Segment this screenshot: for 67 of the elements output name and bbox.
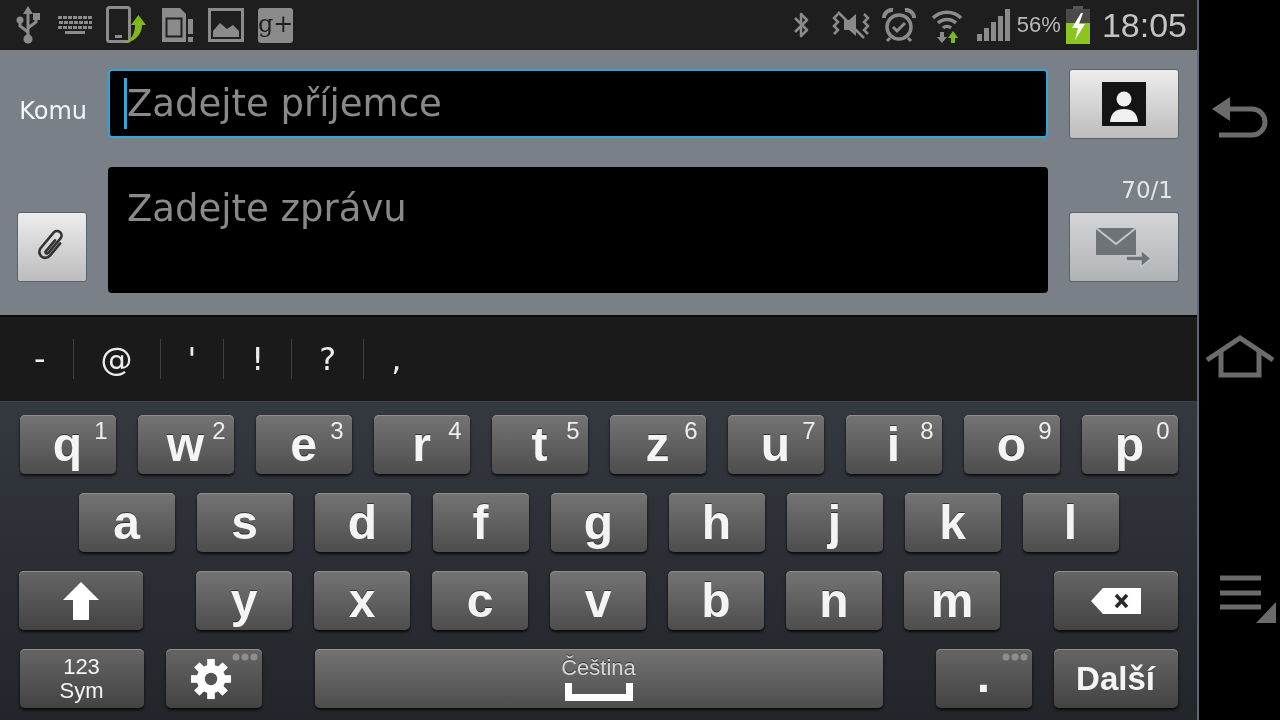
keyboard-key[interactable]: k <box>904 493 1001 552</box>
text-cursor-icon <box>124 78 127 129</box>
space-bar-icon <box>564 683 633 701</box>
keyboard-key[interactable]: o 9 <box>963 415 1060 474</box>
keyboard-key[interactable]: u 7 <box>727 415 824 474</box>
recipient-label: Komu <box>19 96 87 125</box>
contact-button[interactable] <box>1069 69 1179 139</box>
home-icon <box>1204 334 1275 378</box>
keyboard-key[interactable]: m <box>904 571 1000 630</box>
attach-button[interactable] <box>17 212 87 282</box>
keyboard-key[interactable]: a <box>78 493 175 552</box>
recipient-field[interactable]: Zadejte příjemce <box>108 69 1048 138</box>
keyboard-key[interactable]: p 0 <box>1081 415 1178 474</box>
keyboard-key[interactable]: b <box>668 571 764 630</box>
backspace-icon <box>1091 587 1141 614</box>
keyboard-key[interactable]: i 8 <box>845 415 942 474</box>
symbols-key[interactable]: 123 Sym <box>19 649 144 708</box>
keyboard-key[interactable]: s <box>196 493 293 552</box>
keyboard-key[interactable]: x <box>314 571 410 630</box>
message-field[interactable]: Zadejte zprávu <box>108 167 1048 293</box>
person-icon <box>1102 82 1146 126</box>
symbol-button[interactable]: ? <box>292 331 364 387</box>
keyboard-key[interactable]: q 1 <box>19 415 116 474</box>
keyboard-key[interactable]: l <box>1022 493 1119 552</box>
notification-tile: g+ <box>258 7 293 43</box>
space-key[interactable]: Čeština <box>314 649 883 708</box>
shift-key[interactable] <box>19 571 143 630</box>
keyboard-key[interactable]: r 4 <box>373 415 470 474</box>
vibrate-mute-icon <box>831 9 870 41</box>
alarm-clock-icon <box>881 8 916 42</box>
battery-percent: 56% <box>1016 12 1061 38</box>
back-icon <box>1211 97 1268 140</box>
keyboard-key[interactable]: g <box>550 493 647 552</box>
usb-icon <box>15 6 41 44</box>
symbol-button[interactable]: ! <box>224 331 292 387</box>
back-button[interactable] <box>1211 97 1268 140</box>
keyboard-key[interactable]: v <box>550 571 646 630</box>
keyboard-key[interactable]: h <box>668 493 765 552</box>
keyboard-key[interactable]: n <box>786 571 882 630</box>
sd-card-alert-icon <box>160 6 194 44</box>
keyboard-key[interactable]: f <box>432 493 529 552</box>
symbol-button[interactable]: @ <box>73 331 160 387</box>
symbol-button[interactable]: - <box>7 331 73 387</box>
symbol-button[interactable]: ' <box>160 331 224 387</box>
settings-key[interactable] <box>165 649 262 708</box>
next-key[interactable]: Další <box>1053 649 1178 708</box>
phone-upload-icon <box>106 6 146 44</box>
keyboard-key[interactable]: e 3 <box>255 415 352 474</box>
signal-icon <box>976 9 1010 41</box>
clock: 18:05 <box>1101 5 1187 45</box>
period-key[interactable]: . <box>935 649 1032 708</box>
keyboard-key[interactable]: t 5 <box>491 415 588 474</box>
keyboard-key[interactable]: z 6 <box>609 415 706 474</box>
backspace-key[interactable] <box>1054 571 1178 630</box>
keyboard-icon <box>58 16 92 34</box>
symbol-button[interactable]: , <box>364 331 429 387</box>
battery-charging-icon <box>1065 6 1090 44</box>
image-icon <box>208 8 244 42</box>
character-counter: 70/1 <box>1121 177 1173 203</box>
keyboard-key[interactable]: d <box>314 493 411 552</box>
keyboard-key[interactable]: c <box>432 571 528 630</box>
keyboard-key[interactable]: y <box>196 571 292 630</box>
keyboard-key[interactable]: j <box>786 493 883 552</box>
gear-icon <box>189 657 232 700</box>
home-button[interactable] <box>1204 334 1275 378</box>
envelope-arrow-icon <box>1096 226 1152 268</box>
up-arrow-icon <box>63 581 99 620</box>
